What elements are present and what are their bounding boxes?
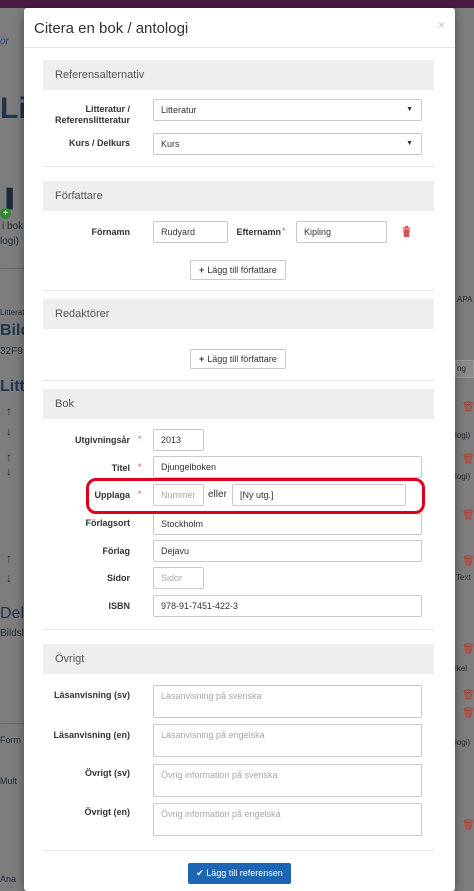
titel-input[interactable] <box>153 456 422 478</box>
bg-text: Ana <box>0 874 17 884</box>
lasanvisning-en-label: Läsanvisning (en) <box>53 730 130 740</box>
kurs-select-value: Kurs <box>161 139 180 149</box>
ovrigt-sv-label: Övrigt (sv) <box>84 768 130 778</box>
cite-book-modal: Citera en bok / antologi × Referensalter… <box>24 8 455 891</box>
bg-text: ng <box>457 364 466 373</box>
bg-text: Mult <box>0 776 18 786</box>
section-bok: Bok <box>43 389 434 419</box>
bg-text: Litterat <box>0 308 25 317</box>
nav-fragment: or <box>0 36 9 47</box>
delete-author-trash-icon[interactable] <box>402 226 411 237</box>
trash-icon: 🗑 <box>462 402 474 413</box>
section-divider <box>43 850 434 851</box>
add-editor-button[interactable]: + Lägg till författare <box>190 349 286 369</box>
add-author-button[interactable]: + Lägg till författare <box>190 260 286 280</box>
section-divider <box>43 629 434 630</box>
add-author-button-label: Lägg till författare <box>207 265 277 275</box>
titel-label: Titel <box>111 463 130 473</box>
trash-icon: 🗑 <box>462 708 474 719</box>
litteratur-select-value: Litteratur <box>161 105 197 115</box>
bg-text: ikel <box>455 664 468 673</box>
add-reference-button-label: Lägg till referensen <box>206 868 283 878</box>
bg-text: Form <box>0 735 21 745</box>
add-editor-button-label: Lägg till författare <box>207 354 277 364</box>
arrow-down-icon: ↓ <box>6 464 12 478</box>
required-marker: * <box>282 226 286 236</box>
efternamn-input[interactable] <box>296 221 387 243</box>
check-icon: ✔ <box>196 868 204 878</box>
eller-text: eller <box>208 489 227 500</box>
section-divider <box>43 290 434 291</box>
required-marker: * <box>138 462 142 472</box>
section-divider <box>43 166 434 167</box>
bg-text: Bildsl <box>0 628 24 639</box>
divider <box>0 723 24 724</box>
bg-text: logi) <box>455 738 471 747</box>
isbn-input[interactable] <box>153 595 422 617</box>
trash-icon: 🗑 <box>462 510 474 521</box>
utgivningsar-label: Utgivningsår <box>74 435 130 445</box>
bg-text: logi) <box>455 472 471 481</box>
forlagsort-label: Förlagsort <box>85 518 130 528</box>
close-button[interactable]: × <box>438 18 445 32</box>
trash-icon: 🗑 <box>462 644 474 655</box>
section-redaktorer: Redaktörer <box>43 299 434 329</box>
fornamn-label: Förnamn <box>91 227 130 237</box>
caret-down-icon: ▼ <box>406 140 413 147</box>
bg-text: Text <box>456 573 471 582</box>
upplaga-text-input[interactable] <box>232 484 406 506</box>
arrow-down-icon: ↓ <box>6 424 12 438</box>
arrow-up-icon: ↑ <box>6 551 12 565</box>
caret-down-icon: ▼ <box>406 106 413 113</box>
trash-icon: 🗑 <box>462 556 474 567</box>
forlag-input[interactable] <box>153 540 422 562</box>
modal-header: Citera en bok / antologi × <box>24 8 455 48</box>
ovrigt-en-label: Övrigt (en) <box>84 807 130 817</box>
trash-icon: 🗑 <box>462 690 474 701</box>
book-icon: ▐ <box>0 188 13 208</box>
ovrigt-en-textarea[interactable] <box>153 803 422 836</box>
bg-sidebar-text: i bok <box>2 221 24 232</box>
section-divider <box>43 380 434 381</box>
upplaga-label: Upplaga <box>94 490 130 500</box>
section-forfattare: Författare <box>43 181 434 211</box>
lasanvisning-sv-textarea[interactable] <box>153 685 422 718</box>
kurs-label: Kurs / Delkurs <box>68 138 130 148</box>
divider <box>0 268 24 269</box>
litteratur-select[interactable]: Litteratur ▼ <box>153 99 422 121</box>
add-reference-button[interactable]: ✔ Lägg till referensen <box>188 863 291 884</box>
section-ovrigt: Övrigt <box>43 644 434 674</box>
section-referensalternativ: Referensalternativ <box>43 60 434 90</box>
add-icon: + <box>0 208 11 219</box>
fornamn-input[interactable] <box>153 221 228 243</box>
trash-icon: 🗑 <box>462 454 474 465</box>
isbn-label: ISBN <box>108 601 130 611</box>
plus-icon: + <box>199 265 205 275</box>
lasanvisning-sv-label: Läsanvisning (sv) <box>53 690 130 700</box>
arrow-up-icon: ↑ <box>6 450 12 464</box>
required-marker: * <box>138 434 142 444</box>
ovrigt-sv-textarea[interactable] <box>153 764 422 797</box>
arrow-up-icon: ↑ <box>6 404 12 418</box>
lasanvisning-en-textarea[interactable] <box>153 724 422 757</box>
sidor-input[interactable] <box>153 567 204 589</box>
trash-icon: 🗑 <box>462 820 474 831</box>
efternamn-label: Efternamn <box>236 227 281 237</box>
bg-text: APA <box>457 295 473 304</box>
kurs-select[interactable]: Kurs ▼ <box>153 133 422 155</box>
forlagsort-input[interactable] <box>153 513 422 535</box>
bg-text: 32F9 <box>0 346 23 357</box>
utgivningsar-input[interactable] <box>153 429 204 451</box>
bg-text: logi) <box>455 431 471 440</box>
litteratur-label: Litteratur / Referenslitteratur <box>54 104 130 125</box>
top-bar <box>0 0 474 8</box>
forlag-label: Förlag <box>102 546 130 556</box>
sidor-label: Sidor <box>106 573 130 583</box>
bg-sidebar-text: logi) <box>0 236 19 247</box>
plus-icon: + <box>199 354 205 364</box>
modal-title: Citera en bok / antologi <box>34 20 189 37</box>
upplaga-number-input[interactable] <box>153 484 204 506</box>
required-marker: * <box>138 489 142 499</box>
arrow-down-icon: ↓ <box>6 571 12 585</box>
